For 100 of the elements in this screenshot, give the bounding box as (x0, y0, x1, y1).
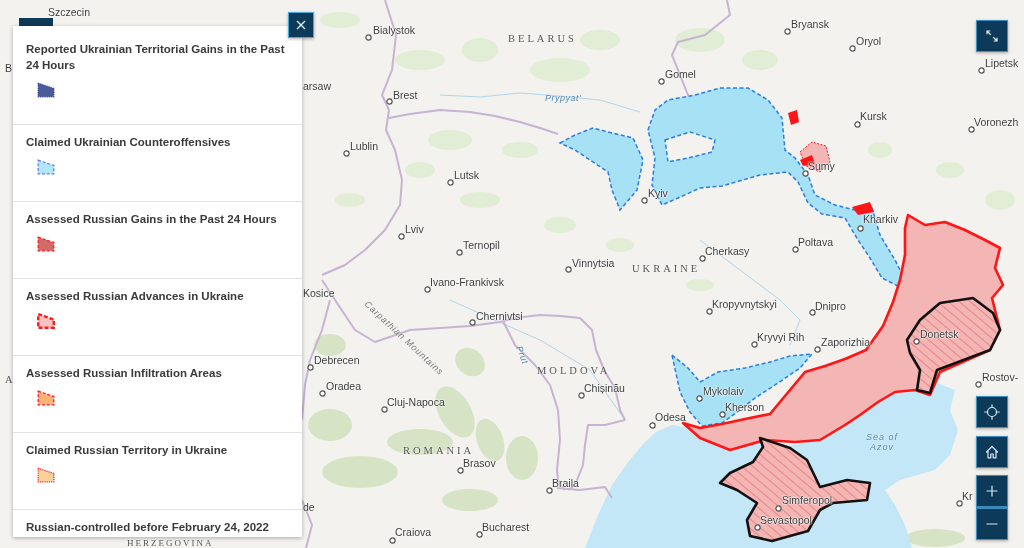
city-label: Voronezh (974, 115, 1019, 129)
legend-title: Assessed Russian Infiltration Areas (26, 366, 222, 381)
city-marker-icon (774, 504, 782, 512)
city-marker-icon (640, 196, 648, 204)
country-label: UKRAINE (632, 263, 701, 275)
zoom-in-button[interactable] (976, 475, 1008, 507)
legend-title: Claimed Ukrainian Counteroffensives (26, 135, 231, 150)
city-marker-icon (718, 410, 726, 418)
home-button[interactable] (976, 436, 1008, 468)
city-marker-icon (955, 499, 963, 507)
city-marker-icon (648, 421, 656, 429)
city-marker-icon (977, 66, 985, 74)
city-label: Craiova (395, 525, 432, 539)
legend-title: Assessed Russian Gains in the Past 24 Hours (26, 212, 277, 227)
forest-patch (530, 58, 590, 82)
city-label: Zaporizhia (821, 335, 871, 349)
mountain-terrain-patch (442, 489, 498, 511)
close-icon (296, 20, 306, 30)
forest-patch (335, 193, 365, 207)
city-marker-icon (853, 120, 861, 128)
city-marker-icon (848, 44, 856, 52)
mountain-terrain-patch (506, 436, 538, 480)
city-marker-icon (705, 307, 713, 315)
city-label: Gomel (665, 67, 696, 81)
mountain-terrain-patch (905, 529, 965, 547)
water-label: Prut (514, 344, 531, 366)
city-marker-icon (791, 245, 799, 253)
russian-gains-area (788, 110, 799, 125)
city-marker-icon (364, 33, 372, 41)
forest-patch (462, 38, 498, 62)
city-label: Cluj-Napoca (387, 395, 445, 409)
forest-patch (686, 279, 714, 291)
city-label: Mykolaiv (703, 384, 744, 398)
city-label: Lipetsk (985, 56, 1019, 70)
city-marker-icon (388, 536, 396, 544)
city-label: Rostov- (982, 370, 1019, 384)
city-label: Dnipro (815, 299, 846, 313)
city-marker-icon (455, 248, 463, 256)
city-label: Kyiv (648, 186, 668, 200)
city-label: de (303, 500, 315, 514)
close-button[interactable] (288, 12, 314, 38)
forest-patch (985, 190, 1015, 210)
city-marker-icon (446, 178, 454, 186)
country-label: ROMANIA (403, 445, 475, 457)
city-marker-icon (753, 523, 761, 531)
city-marker-icon (808, 308, 816, 316)
forest-patch (544, 217, 576, 233)
city-marker-icon (397, 232, 405, 240)
city-label: Kryvyi Rih (757, 330, 805, 344)
forest-patch (606, 238, 634, 252)
city-label: Kropyvnytskyi (712, 297, 777, 311)
city-marker-icon (577, 391, 585, 399)
city-marker-icon (801, 169, 809, 177)
city-marker-icon (912, 337, 920, 345)
city-label: Chișinău (584, 381, 625, 395)
city-label: Vinnytsia (572, 256, 615, 270)
city-marker-icon (856, 224, 864, 232)
city-marker-icon (564, 265, 572, 273)
zoom-out-button[interactable] (976, 508, 1008, 540)
country-border-line (301, 499, 313, 548)
city-marker-icon (974, 380, 982, 388)
plus-icon (986, 485, 998, 497)
city-label: Donetsk (920, 327, 959, 341)
forest-patch (395, 50, 445, 70)
city-marker-icon (475, 530, 483, 538)
forest-patch (405, 162, 435, 178)
city-label: Lutsk (454, 168, 480, 182)
country-label: BELARUS (508, 33, 577, 45)
mountain-terrain-patch (314, 334, 346, 356)
city-marker-icon (318, 389, 326, 397)
city-label: Ternopil (463, 238, 500, 252)
city-label: Bryansk (791, 17, 829, 31)
city-label: B (5, 61, 12, 75)
forest-patch (868, 142, 892, 158)
city-label: Cherkasy (705, 244, 750, 258)
locate-button[interactable] (976, 396, 1008, 428)
expand-button[interactable] (976, 20, 1008, 52)
legend-title: Russian-controlled before February 24, 2022 (26, 520, 269, 535)
city-label: Szczecin (48, 5, 90, 19)
city-marker-icon (750, 340, 758, 348)
city-marker-icon (783, 27, 791, 35)
country-label: A (5, 374, 16, 386)
expand-icon (986, 30, 998, 42)
city-marker-icon (306, 363, 314, 371)
mountain-terrain-patch (308, 409, 352, 441)
city-marker-icon (456, 466, 464, 474)
city-marker-icon (698, 254, 706, 262)
city-label: Kosice (303, 286, 335, 300)
city-label: Lviv (405, 222, 424, 236)
city-label: Sumy (808, 159, 835, 173)
crosshair-icon (984, 404, 1000, 420)
city-marker-icon (342, 149, 350, 157)
city-label: Oryol (856, 34, 882, 48)
city-label: Lublin (350, 139, 379, 153)
legend-title: Assessed Russian Advances in Ukraine (26, 289, 244, 304)
city-label: Bialystok (373, 23, 415, 37)
city-marker-icon (423, 285, 431, 293)
forest-patch (675, 28, 725, 52)
city-marker-icon (468, 318, 476, 326)
header-strip (19, 18, 53, 26)
